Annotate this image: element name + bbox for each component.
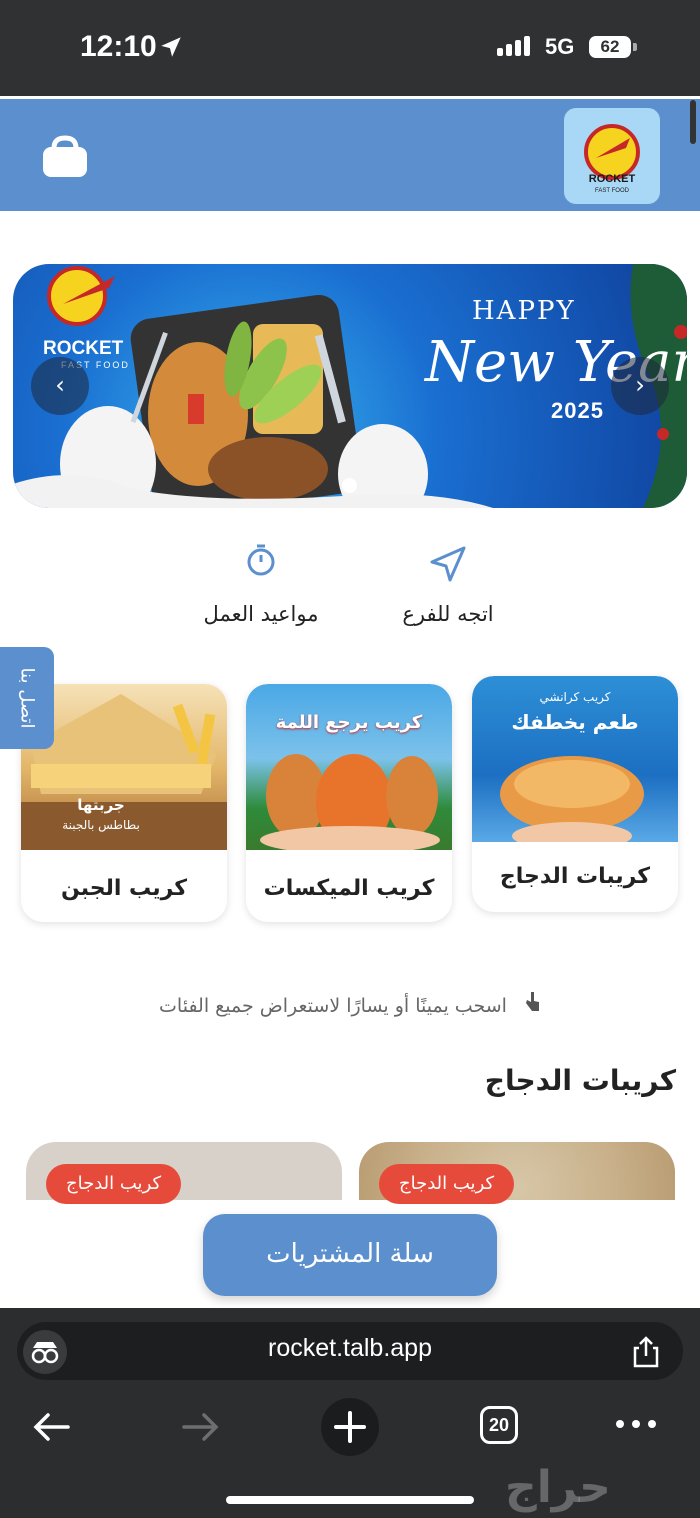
tabs-count-icon[interactable]: 20 <box>480 1406 518 1444</box>
contact-us-label: اتصل بنا <box>16 667 38 729</box>
cart-button[interactable]: سلة المشتريات <box>203 1214 497 1296</box>
swipe-hint: اسحب يمينًا أو يسارًا لاستعراض جميع الفئ… <box>140 990 560 1017</box>
carousel-next-button[interactable]: › <box>611 357 669 415</box>
swipe-hint-text: اسحب يمينًا أو يسارًا لاستعراض جميع الفئ… <box>159 995 507 1017</box>
more-options-icon[interactable] <box>614 1414 658 1434</box>
basket-icon[interactable] <box>40 134 90 180</box>
section-title: كريبات الدجاج <box>484 1064 676 1097</box>
directions-label: اتجه للفرع <box>402 602 494 626</box>
status-time: 12:10 <box>80 30 157 63</box>
swipe-hand-icon <box>523 992 541 1017</box>
product-badge: كريب الدجاج <box>46 1164 182 1204</box>
clock-icon <box>247 544 275 576</box>
scrollbar-thumb[interactable] <box>690 100 696 144</box>
signal-icon <box>497 36 533 56</box>
share-icon[interactable] <box>626 1332 666 1372</box>
forward-icon[interactable] <box>178 1405 224 1449</box>
category-image-caption: بطاطس بالجبنة <box>62 818 140 832</box>
category-image: كريب كرانشي طعم يخطفك <box>472 676 678 842</box>
banner-year: 2025 <box>551 398 604 423</box>
app-header: ROCKET FAST FOOD <box>0 99 700 211</box>
category-image-caption: كريب يرجع اللمة <box>275 712 423 733</box>
contact-us-tab[interactable]: اتصل بنا <box>0 647 54 749</box>
brand-logo[interactable]: ROCKET FAST FOOD <box>564 108 660 204</box>
watermark: حراج <box>505 1462 611 1513</box>
category-image: كريب يرجع اللمة <box>246 684 452 850</box>
privacy-mask-icon[interactable] <box>23 1330 67 1374</box>
navigation-icon <box>430 546 466 582</box>
new-tab-icon[interactable] <box>321 1398 379 1456</box>
category-label: كريبات الدجاج <box>499 864 651 889</box>
directions-action[interactable]: اتجه للفرع <box>398 542 498 626</box>
category-card-mix[interactable]: كريب يرجع اللمة كريب الميكسات <box>246 684 452 922</box>
logo-text: ROCKET <box>589 173 636 185</box>
category-image-caption: جربتها <box>77 796 125 814</box>
battery-icon: 62 <box>589 36 631 58</box>
network-type: 5G <box>545 34 575 59</box>
carousel-prev-button[interactable]: ‹ <box>31 357 89 415</box>
category-label: كريب الجبن <box>60 876 188 901</box>
carousel-dot-active[interactable] <box>342 478 357 493</box>
category-image-caption: كريب كرانشي <box>539 690 611 704</box>
logo-subtext: FAST FOOD <box>595 188 630 194</box>
product-badge: كريب الدجاج <box>379 1164 515 1204</box>
working-hours-label: مواعيد العمل <box>203 602 319 626</box>
battery-cap <box>633 43 637 51</box>
banner-greeting-happy: HAPPY <box>472 296 576 326</box>
category-label: كريب الميكسات <box>263 876 435 901</box>
working-hours-action[interactable]: مواعيد العمل <box>196 540 326 626</box>
location-arrow-icon <box>161 37 181 57</box>
status-bar: 12:10 5G 62 <box>0 0 700 96</box>
category-card-chicken[interactable]: كريب كرانشي طعم يخطفك كريبات الدجاج <box>472 676 678 912</box>
back-icon[interactable] <box>28 1405 74 1449</box>
category-image-caption: طعم يخطفك <box>511 710 639 734</box>
home-indicator[interactable] <box>226 1496 474 1504</box>
url-text[interactable]: rocket.talb.app <box>200 1334 500 1363</box>
